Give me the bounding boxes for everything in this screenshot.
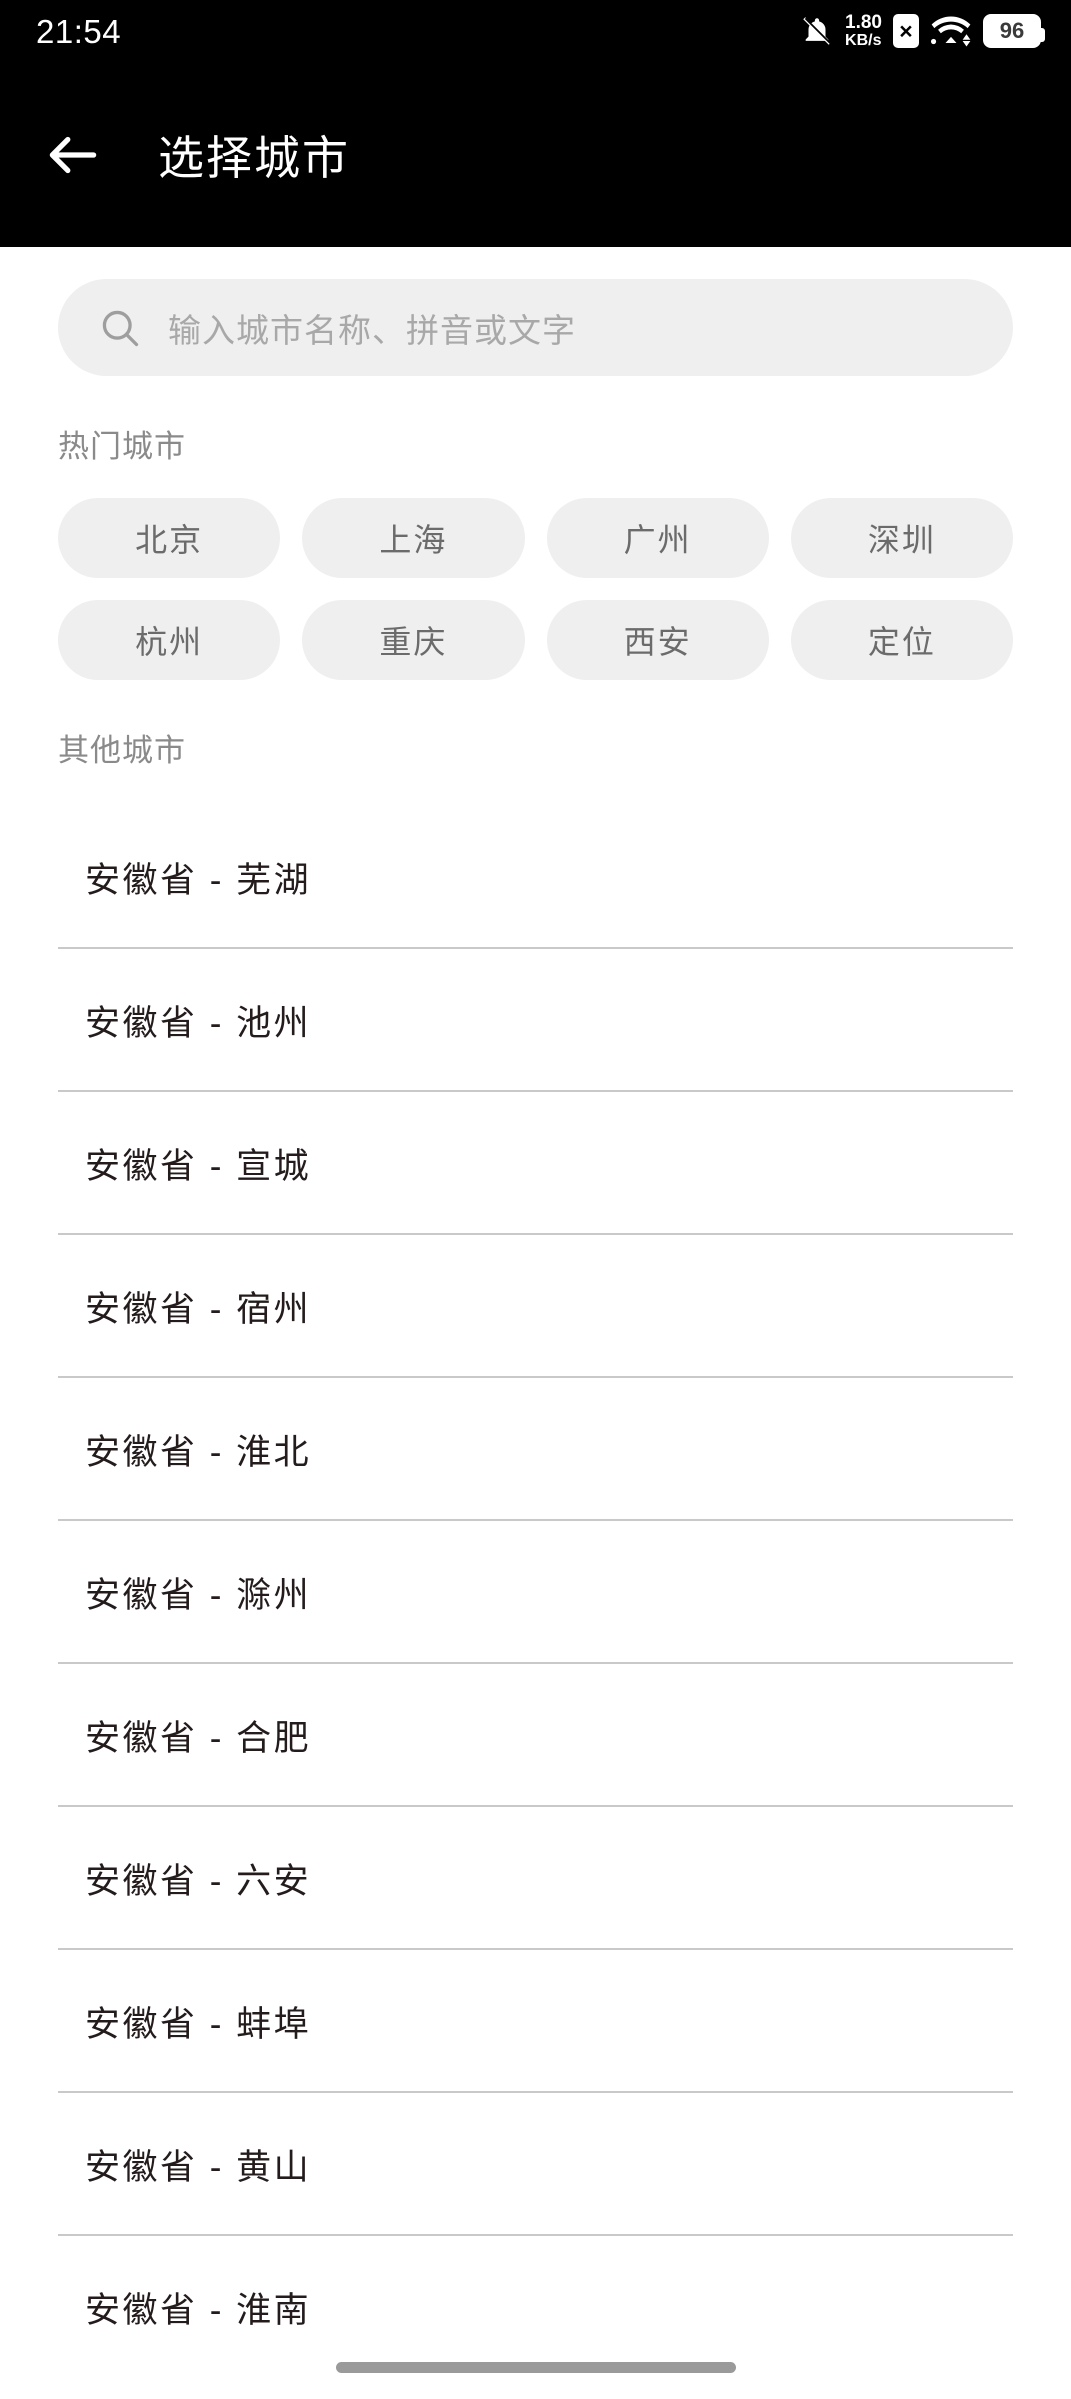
hot-cities-grid: 北京 上海 广州 深圳 杭州 重庆 西安 定位 (0, 466, 1071, 680)
city-list-item[interactable]: 安徽省 - 池州 (0, 949, 1071, 1092)
status-bar: 21:54 1.80 KB/s 96 (0, 0, 1071, 62)
network-speed-unit: KB/s (845, 31, 882, 49)
city-list-item[interactable]: 安徽省 - 六安 (0, 1807, 1071, 1950)
city-label: 安徽省 - 宿州 (85, 1290, 312, 1329)
other-cities-title: 其他城市 (58, 733, 186, 768)
hot-city-chip[interactable]: 重庆 (302, 600, 525, 680)
battery-level: 96 (999, 18, 1025, 43)
city-list-item[interactable]: 安徽省 - 宣城 (0, 1092, 1071, 1235)
city-label: 安徽省 - 六安 (85, 1862, 312, 1901)
hot-city-chip[interactable]: 深圳 (790, 498, 1013, 578)
page-title: 选择城市 (158, 131, 350, 184)
city-label: 安徽省 - 淮北 (85, 1433, 312, 1472)
city-label: 安徽省 - 蚌埠 (85, 2005, 312, 2044)
city-list-item[interactable]: 安徽省 - 宿州 (0, 1235, 1071, 1378)
city-list-item[interactable]: 安徽省 - 黄山 (0, 2093, 1071, 2236)
city-list-item[interactable]: 安徽省 - 滁州 (0, 1521, 1071, 1664)
arrow-left-icon (49, 136, 97, 173)
app-bar: 选择城市 (0, 62, 1071, 247)
sim-card-error-icon (893, 14, 919, 48)
status-bar-clock: 21:54 (36, 12, 122, 50)
search-icon (102, 310, 139, 346)
network-speed: 1.80 KB/s (845, 13, 882, 49)
status-bar-icons: 1.80 KB/s 96 (800, 13, 1045, 49)
hot-city-chip[interactable]: 西安 (546, 600, 769, 680)
wifi-icon (930, 16, 971, 47)
gesture-navigation-bar[interactable] (335, 2362, 736, 2373)
hot-city-chip[interactable]: 广州 (546, 498, 769, 578)
city-label: 安徽省 - 池州 (85, 1004, 312, 1043)
city-label: 安徽省 - 宣城 (85, 1147, 312, 1186)
hot-city-chip[interactable]: 上海 (302, 498, 525, 578)
search-section: 输入城市名称、拼音或文字 (0, 247, 1071, 376)
back-button[interactable] (18, 100, 128, 210)
city-list-item[interactable]: 安徽省 - 淮北 (0, 1378, 1071, 1521)
city-label: 安徽省 - 滁州 (85, 1576, 312, 1615)
city-label: 安徽省 - 黄山 (85, 2148, 312, 2187)
locate-chip[interactable]: 定位 (790, 600, 1013, 680)
hot-city-chip[interactable]: 北京 (58, 498, 281, 578)
city-label: 安徽省 - 芜湖 (85, 861, 312, 900)
hot-city-chip[interactable]: 杭州 (58, 600, 281, 680)
city-list-item[interactable]: 安徽省 - 合肥 (0, 1664, 1071, 1807)
city-list-item[interactable]: 安徽省 - 淮南 (0, 2236, 1071, 2379)
city-list-item[interactable]: 安徽省 - 蚌埠 (0, 1950, 1071, 2093)
search-input[interactable]: 输入城市名称、拼音或文字 (58, 279, 1013, 376)
bell-muted-icon (803, 17, 832, 45)
city-list-item[interactable]: 安徽省 - 芜湖 (0, 806, 1071, 949)
page-content: 输入城市名称、拼音或文字 热门城市 北京 上海 广州 深圳 杭州 重庆 西安 定… (0, 247, 1071, 2399)
network-speed-value: 1.80 (845, 12, 882, 34)
city-label: 安徽省 - 淮南 (85, 2291, 312, 2330)
city-list: 安徽省 - 芜湖 安徽省 - 池州 安徽省 - 宣城 安徽省 - 宿州 安徽省 … (0, 806, 1071, 2379)
city-label: 安徽省 - 合肥 (85, 1719, 312, 1758)
search-placeholder: 输入城市名称、拼音或文字 (168, 311, 576, 349)
phone-screen: 21:54 1.80 KB/s 96 (0, 0, 1071, 2399)
hot-cities-title: 热门城市 (58, 429, 186, 464)
battery-icon: 96 (983, 14, 1045, 48)
